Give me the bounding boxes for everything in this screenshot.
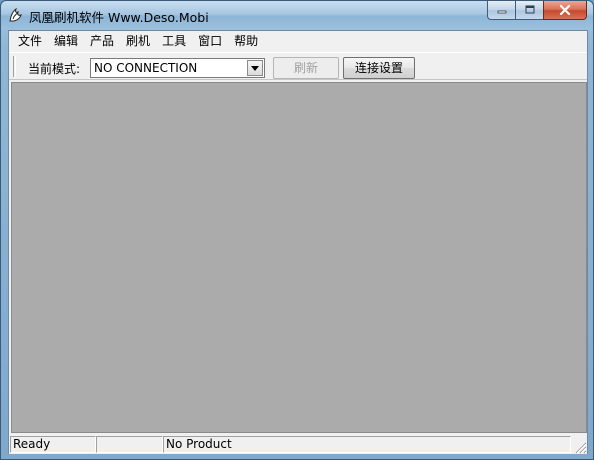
window-title: 凤凰刷机软件 Www.Deso.Mobi [29, 10, 209, 25]
menu-edit[interactable]: 编辑 [48, 31, 84, 51]
status-pane-empty [96, 436, 163, 453]
menu-file[interactable]: 文件 [12, 31, 48, 51]
phoenix-logo-icon [9, 7, 22, 22]
connect-settings-button[interactable]: 连接设置 [343, 57, 415, 79]
status-ready: Ready [10, 436, 96, 453]
toolbar: 当前模式: NO CONNECTION 刷新 连接设置 [9, 52, 587, 80]
status-product: No Product [163, 436, 571, 453]
menu-tools[interactable]: 工具 [156, 31, 192, 51]
menu-product[interactable]: 产品 [84, 31, 120, 51]
window-controls [487, 1, 587, 21]
menu-window[interactable]: 窗口 [192, 31, 228, 51]
menu-bar: 文件 编辑 产品 刷机 工具 窗口 帮助 [9, 31, 587, 51]
mdi-workspace [11, 82, 587, 433]
close-button[interactable] [543, 1, 587, 20]
close-icon [559, 5, 571, 15]
mode-select[interactable]: NO CONNECTION [90, 58, 265, 78]
status-bar: Ready No Product [9, 435, 587, 454]
minimize-button[interactable] [487, 1, 515, 20]
mode-label: 当前模式: [28, 62, 81, 76]
chevron-down-icon [251, 65, 259, 71]
menu-help[interactable]: 帮助 [228, 31, 264, 51]
app-window: 凤凰刷机软件 Www.Deso.Mobi 文件 编辑 产品 刷机 工具 窗口 帮… [0, 0, 594, 460]
mode-select-dropdown-button[interactable] [247, 60, 263, 76]
toolbar-grip[interactable] [13, 56, 16, 77]
mode-select-value: NO CONNECTION [94, 61, 198, 75]
minimize-icon [497, 10, 506, 14]
menu-flash[interactable]: 刷机 [120, 31, 156, 51]
title-bar[interactable]: 凤凰刷机软件 Www.Deso.Mobi [1, 1, 593, 29]
refresh-button[interactable]: 刷新 [273, 57, 339, 79]
maximize-icon [525, 5, 534, 14]
client-area: 文件 编辑 产品 刷机 工具 窗口 帮助 当前模式: NO CONNECTION… [8, 30, 588, 454]
resize-grip-icon[interactable] [571, 438, 587, 454]
maximize-button[interactable] [515, 1, 543, 20]
